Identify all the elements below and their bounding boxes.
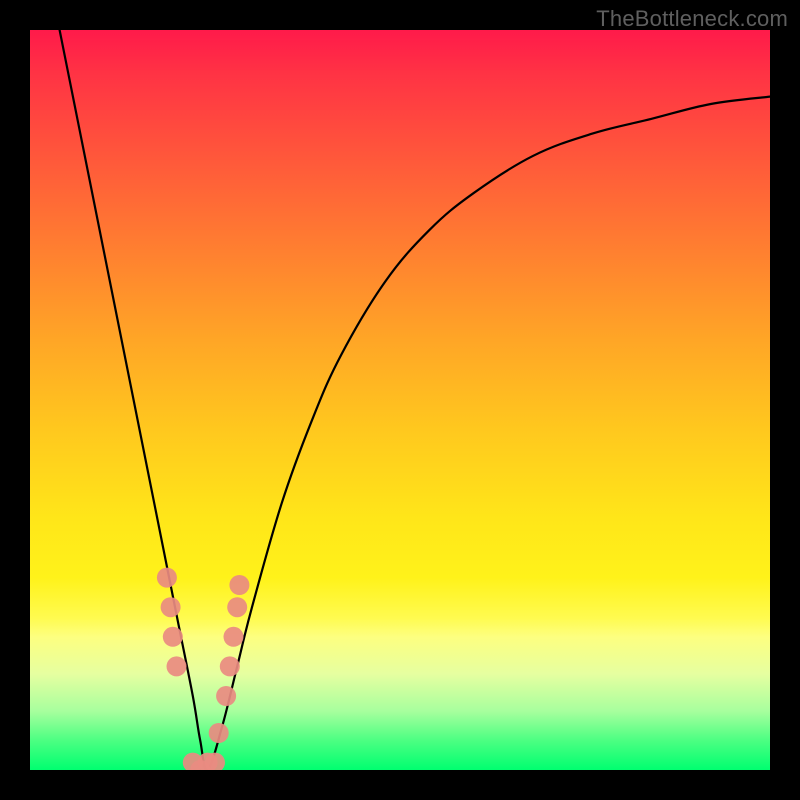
data-point	[220, 656, 240, 676]
curve-line	[60, 30, 770, 770]
data-point	[209, 723, 229, 743]
chart-svg	[30, 30, 770, 770]
data-point	[216, 686, 236, 706]
plot-area	[30, 30, 770, 770]
data-point	[157, 568, 177, 588]
data-point	[163, 627, 183, 647]
bottleneck-curve-path	[60, 30, 770, 770]
data-point	[224, 627, 244, 647]
data-point	[229, 575, 249, 595]
chart-container: TheBottleneck.com	[0, 0, 800, 800]
data-point	[167, 656, 187, 676]
data-point	[227, 597, 247, 617]
data-point	[161, 597, 181, 617]
scatter-points	[157, 568, 250, 770]
watermark-text: TheBottleneck.com	[596, 6, 788, 32]
